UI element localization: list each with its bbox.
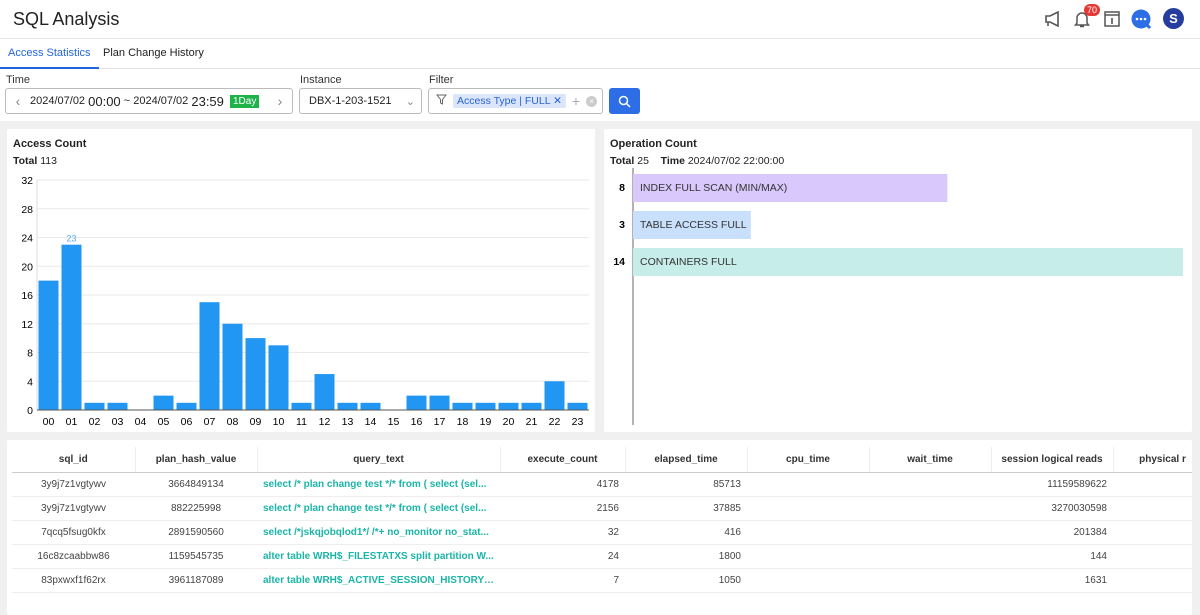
table-cell: [869, 472, 991, 497]
query-link[interactable]: alter table WRH$_FILESTATXS split partit…: [257, 544, 500, 569]
table-row[interactable]: 16c8zcaabbw86 1159545735 alter table WRH$_…: [12, 544, 1192, 569]
table-row[interactable]: 7qcq5fsug0kfx 2891590560 select /*jskqjobq…: [12, 520, 1192, 545]
table-cell: [747, 544, 869, 569]
table-cell: 3270030598: [991, 496, 1113, 521]
table-cell: 3y9j7z1vgtywv: [12, 472, 135, 497]
column-header[interactable]: wait_time: [869, 447, 992, 473]
table-cell: [869, 568, 991, 593]
table-cell: [869, 520, 991, 545]
table-cell: 1631: [991, 568, 1113, 593]
table-cell: 2891590560: [135, 520, 257, 545]
table-cell: [1113, 520, 1192, 545]
table-cell: 7qcq5fsug0kfx: [12, 520, 135, 545]
bar-value: 14: [613, 256, 625, 268]
table-cell: [869, 544, 991, 569]
column-header[interactable]: elapsed_time: [625, 447, 748, 473]
table-cell: 16c8zcaabbw86: [12, 544, 135, 569]
column-header[interactable]: cpu_time: [747, 447, 870, 473]
table-cell: [1113, 544, 1192, 569]
column-header[interactable]: sql_id: [12, 447, 136, 473]
column-header[interactable]: query_text: [257, 447, 501, 473]
table-row[interactable]: 3y9j7z1vgtywv 882225998 select /* plan cha…: [12, 496, 1192, 521]
column-header[interactable]: execute_count: [500, 447, 626, 473]
table-cell: 3y9j7z1vgtywv: [12, 496, 135, 521]
table-cell: [1113, 496, 1192, 521]
column-header[interactable]: plan_hash_value: [135, 447, 258, 473]
query-link[interactable]: select /*jskqjobqlod1*/ /*+ no_monitor n…: [257, 520, 500, 545]
bar-label: CONTAINERS FULL: [640, 256, 737, 268]
bar-value: 3: [619, 219, 625, 231]
table-cell: 3961187089: [135, 568, 257, 593]
column-header[interactable]: session logical reads: [991, 447, 1114, 473]
table-cell: [869, 496, 991, 521]
table-cell: 1050: [625, 568, 747, 593]
query-link[interactable]: select /* plan change test */* from ( se…: [257, 496, 500, 521]
query-link[interactable]: alter table WRH$_ACTIVE_SESSION_HISTORY …: [257, 568, 500, 593]
table-cell: 144: [991, 544, 1113, 569]
sql-table: sql_id plan_hash_value query_text execute_c…: [12, 447, 1192, 593]
table-cell: 201384: [991, 520, 1113, 545]
table-cell: 85713: [625, 472, 747, 497]
table-cell: 32: [500, 520, 625, 545]
table-cell: [747, 496, 869, 521]
bar-label: TABLE ACCESS FULL: [640, 219, 747, 231]
bar-value: 8: [619, 182, 625, 194]
table-cell: 3664849134: [135, 472, 257, 497]
table-cell: [1113, 568, 1192, 593]
table-cell: 1800: [625, 544, 747, 569]
table-cell: [1113, 472, 1192, 497]
bar-label: INDEX FULL SCAN (MIN/MAX): [640, 182, 787, 194]
table-cell: 37885: [625, 496, 747, 521]
table-cell: 882225998: [135, 496, 257, 521]
table-cell: 83pxwxf1f62rx: [12, 568, 135, 593]
table-cell: 416: [625, 520, 747, 545]
table-cell: 1159545735: [135, 544, 257, 569]
table-cell: 24: [500, 544, 625, 569]
table-cell: 4178: [500, 472, 625, 497]
table-cell: [747, 568, 869, 593]
table-cell: 7: [500, 568, 625, 593]
table-cell: [747, 472, 869, 497]
column-header[interactable]: physical r: [1113, 447, 1192, 473]
table-cell: 2156: [500, 496, 625, 521]
operation-count-chart: INDEX FULL SCAN (MIN/MAX) 8 TABLE ACCESS F…: [613, 168, 1183, 425]
query-link[interactable]: select /* plan change test */* from ( se…: [257, 472, 500, 497]
table-cell: [747, 520, 869, 545]
table-row[interactable]: 3y9j7z1vgtywv 3664849134 select /* plan ch…: [12, 472, 1192, 497]
table-header: sql_id plan_hash_value query_text execute_c…: [12, 447, 1192, 473]
table-cell: 11159589622: [991, 472, 1113, 497]
sql-table-panel: sql_id plan_hash_value query_text execute_c…: [7, 440, 1192, 615]
table-row[interactable]: 83pxwxf1f62rx 3961187089 alter table WRH$_…: [12, 568, 1192, 593]
